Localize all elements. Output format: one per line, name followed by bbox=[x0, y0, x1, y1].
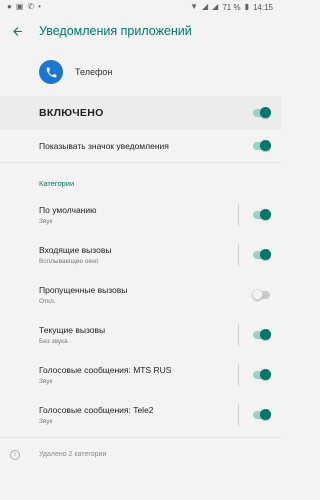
category-title: Голосовые сообщения: Tele2 bbox=[39, 404, 154, 415]
row-divider bbox=[238, 324, 239, 346]
category-subtitle: Звук bbox=[39, 377, 53, 385]
category-title: Текущие вызовы bbox=[39, 324, 106, 335]
signal2-icon: ◢ bbox=[212, 2, 219, 11]
row-divider bbox=[238, 244, 239, 266]
notification-dot-icon: ● bbox=[7, 2, 12, 11]
categories-header: Категории bbox=[39, 179, 75, 188]
row-divider bbox=[238, 204, 239, 226]
app-header: Телефон bbox=[0, 48, 281, 96]
switch-knob bbox=[252, 289, 263, 300]
category-subtitle: Откл. bbox=[39, 297, 56, 305]
row-divider bbox=[238, 364, 239, 386]
switch-knob bbox=[260, 249, 271, 260]
show-badge-switch[interactable] bbox=[253, 140, 271, 151]
category-text: Входящие вызовы Всплывающее окно bbox=[39, 245, 238, 266]
status-right: ▼ ◢ ◢ 71 % ▮ 14:15 bbox=[190, 3, 273, 12]
category-text: Пропущенные вызовы Откл. bbox=[39, 285, 253, 306]
app-name: Телефон bbox=[75, 67, 113, 77]
category-switch[interactable] bbox=[253, 249, 271, 260]
switch-knob bbox=[260, 209, 271, 220]
category-switch[interactable] bbox=[253, 409, 271, 420]
wifi-icon: ▼ bbox=[190, 2, 199, 11]
show-badge-label: Показывать значок уведомления bbox=[39, 141, 169, 151]
switch-knob bbox=[260, 369, 271, 380]
category-title: Голосовые сообщения: MTS RUS bbox=[39, 364, 172, 375]
phone-app-icon bbox=[39, 60, 63, 84]
category-row-default[interactable]: По умолчанию Звук bbox=[0, 195, 281, 235]
info-icon: i bbox=[10, 449, 20, 460]
category-subtitle: Звук bbox=[39, 217, 53, 225]
category-title: Входящие вызовы bbox=[39, 244, 112, 255]
category-row-missed[interactable]: Пропущенные вызовы Откл. bbox=[0, 275, 281, 315]
category-subtitle: Звук bbox=[39, 417, 53, 425]
category-switch[interactable] bbox=[253, 329, 271, 340]
page-title: Уведомления приложений bbox=[39, 24, 192, 38]
category-switch[interactable] bbox=[253, 209, 271, 220]
category-text: Голосовые сообщения: MTS RUS Звук bbox=[39, 365, 238, 386]
category-list: По умолчанию Звук Входящие вызовы Всплыв… bbox=[0, 195, 281, 435]
battery-percent: 71 % bbox=[222, 2, 241, 12]
phone-status-icon: ✆ bbox=[27, 2, 35, 11]
status-bar: ● ▣ ✆ • ▼ ◢ ◢ 71 % ▮ 14:15 bbox=[0, 0, 281, 14]
category-text: Текущие вызовы Без звука bbox=[39, 325, 238, 346]
category-row-voicemail-mts[interactable]: Голосовые сообщения: MTS RUS Звук bbox=[0, 355, 281, 395]
more-notifications-icon: • bbox=[38, 2, 41, 11]
deleted-categories-footer: i Удалено 2 категории bbox=[0, 437, 281, 471]
category-title: По умолчанию bbox=[39, 204, 97, 215]
master-toggle-switch[interactable] bbox=[253, 107, 271, 118]
master-toggle-row[interactable]: ВКЛЮЧЕНО bbox=[0, 96, 281, 130]
category-switch[interactable] bbox=[252, 289, 270, 300]
clock: 14:15 bbox=[252, 2, 273, 12]
master-toggle-label: ВКЛЮЧЕНО bbox=[39, 107, 104, 119]
category-text: По умолчанию Звук bbox=[39, 205, 238, 226]
category-subtitle: Всплывающее окно bbox=[39, 257, 99, 265]
category-title: Пропущенные вызовы bbox=[39, 284, 128, 295]
app-bar: Уведомления приложений bbox=[0, 14, 281, 48]
category-subtitle: Без звука bbox=[39, 337, 68, 345]
switch-knob bbox=[260, 329, 271, 340]
battery-icon: ▮ bbox=[244, 2, 249, 11]
message-icon: ▣ bbox=[15, 2, 24, 11]
back-arrow-icon[interactable] bbox=[9, 23, 25, 39]
category-row-voicemail-tele2[interactable]: Голосовые сообщения: Tele2 Звук bbox=[0, 395, 281, 435]
category-text: Голосовые сообщения: Tele2 Звук bbox=[39, 405, 238, 426]
deleted-categories-text: Удалено 2 категории bbox=[39, 451, 107, 458]
status-left: ● ▣ ✆ • bbox=[7, 3, 41, 11]
category-switch[interactable] bbox=[253, 369, 271, 380]
signal-icon: ◢ bbox=[202, 2, 209, 11]
row-divider bbox=[238, 404, 239, 426]
category-row-ongoing[interactable]: Текущие вызовы Без звука bbox=[0, 315, 281, 355]
switch-knob bbox=[260, 107, 271, 118]
show-badge-row[interactable]: Показывать значок уведомления bbox=[0, 130, 281, 163]
switch-knob bbox=[260, 140, 271, 151]
switch-knob bbox=[260, 409, 271, 420]
category-row-incoming[interactable]: Входящие вызовы Всплывающее окно bbox=[0, 235, 281, 275]
